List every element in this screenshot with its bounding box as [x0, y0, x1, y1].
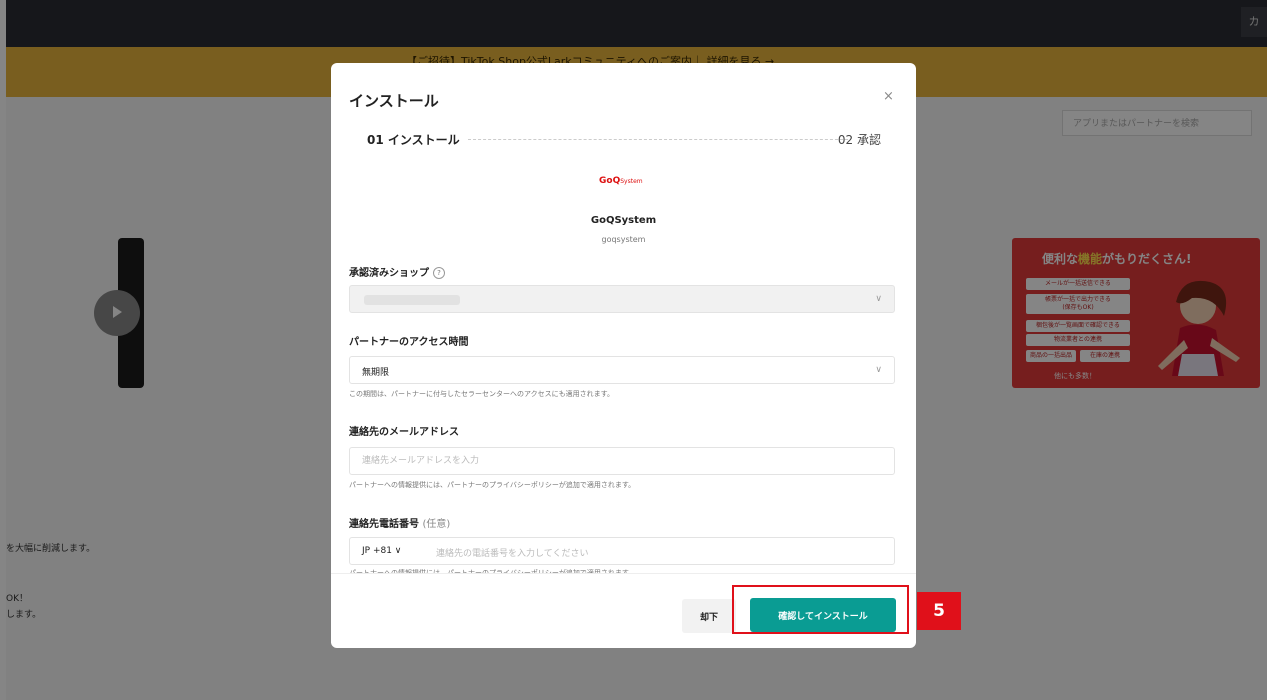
install-dialog: インストール × 01 インストール 02 承認 GoQSystem GoQSy…	[331, 63, 916, 648]
access-time-value: 無期限	[362, 368, 390, 378]
install-steps: 01 インストール 02 承認	[367, 131, 881, 151]
shop-label: 承認済みショップ?	[349, 264, 445, 279]
help-icon[interactable]: ?	[433, 267, 445, 279]
reject-button[interactable]: 却下	[682, 599, 736, 633]
access-time-label: パートナーのアクセス時間	[349, 337, 469, 348]
access-time-select[interactable]: 無期限 ∨	[349, 356, 895, 384]
highlight-box	[732, 585, 909, 634]
phone-field[interactable]: JP +81 ∨ 連絡先の電話番号を入力してください	[349, 537, 895, 565]
chevron-down-icon: ∨	[875, 365, 882, 375]
step-number-badge: 5	[917, 592, 961, 630]
email-label: 連絡先のメールアドレス	[349, 427, 459, 438]
app-id: goqsystem	[601, 235, 646, 244]
close-icon[interactable]: ×	[883, 89, 894, 104]
phone-label: 連絡先電話番号 (任意)	[349, 519, 451, 530]
phone-input[interactable]: 連絡先の電話番号を入力してください	[436, 546, 588, 559]
shop-select: ∨	[349, 285, 895, 313]
email-help: パートナーへの情報提供には、パートナーのプライバシーポリシーが追加で適用されます…	[349, 481, 636, 489]
email-field[interactable]: 連絡先メールアドレスを入力	[349, 447, 895, 475]
access-time-help: この期間は、パートナーに付与したセラーセンターへのアクセスにも適用されます。	[349, 390, 614, 398]
app-logo: GoQSystem	[599, 176, 643, 186]
step-divider	[468, 139, 848, 140]
step-approve: 02 承認	[837, 133, 881, 147]
shop-value-redacted	[364, 295, 460, 305]
dialog-title: インストール	[349, 92, 439, 110]
chevron-down-icon: ∨	[875, 294, 882, 304]
app-name: GoQSystem	[590, 215, 657, 226]
country-code-select[interactable]: JP +81 ∨	[362, 546, 401, 556]
step-install: 01 インストール	[367, 133, 460, 147]
